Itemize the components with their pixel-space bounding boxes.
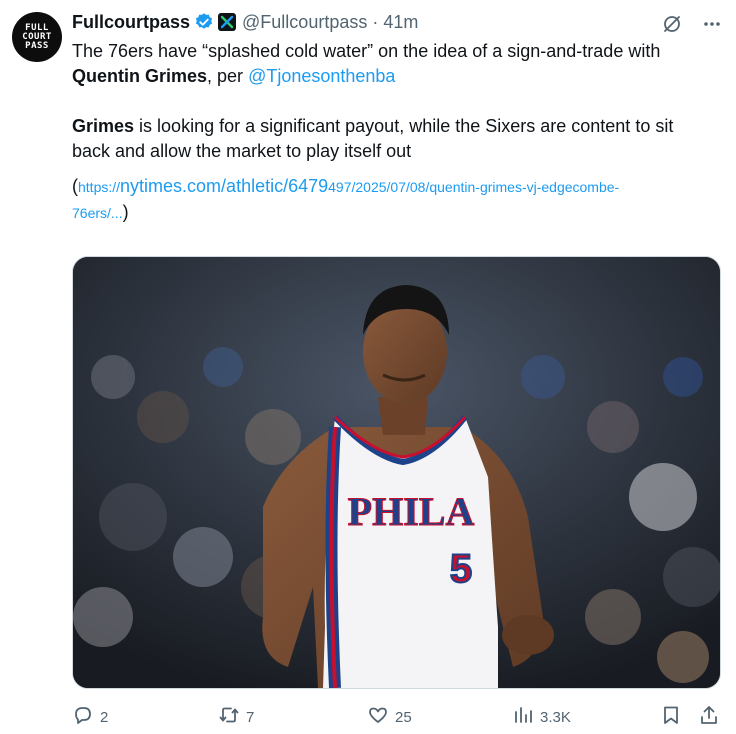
text-fragment: , per bbox=[207, 66, 249, 86]
jersey-number: 5 bbox=[450, 547, 472, 591]
avatar[interactable]: FULL COURT PASS bbox=[12, 12, 62, 62]
views-count: 3.3K bbox=[540, 708, 571, 726]
tweet-content: Fullcourtpass @Fullcourtpass · 41m The 7… bbox=[72, 8, 722, 226]
share-button[interactable] bbox=[698, 704, 720, 730]
text-line: The 76ers have “splashed cold water” on … bbox=[72, 41, 661, 61]
jersey-wordmark: PHILA bbox=[348, 489, 475, 534]
display-name[interactable]: Fullcourtpass bbox=[72, 12, 190, 33]
like-count: 25 bbox=[395, 708, 412, 726]
url-tail-1[interactable]: 497/2025/07/08/quentin-grimes-vj-edgecom… bbox=[328, 179, 619, 195]
verified-badge-icon[interactable] bbox=[194, 12, 214, 32]
url-tail-2[interactable]: 76ers/... bbox=[72, 205, 123, 221]
x-affiliate-icon[interactable] bbox=[218, 13, 237, 31]
player-name-2: Grimes bbox=[72, 116, 135, 136]
text-line: Quentin Grimes, per @Tjonesonthenba bbox=[72, 64, 722, 89]
bookmark-icon bbox=[660, 704, 682, 730]
reply-button[interactable]: 2 bbox=[72, 704, 108, 730]
url-main[interactable]: nytimes.com/athletic/6479 bbox=[120, 176, 328, 196]
avatar-line-3: PASS bbox=[25, 40, 49, 51]
tweet-text: The 76ers have “splashed cold water” on … bbox=[72, 39, 722, 226]
url-line: (https://nytimes.com/athletic/6479497/20… bbox=[72, 174, 722, 226]
mention-link[interactable]: @Tjonesonthenba bbox=[248, 66, 395, 86]
repost-button[interactable]: 7 bbox=[218, 704, 254, 730]
repost-icon bbox=[218, 704, 240, 730]
share-icon bbox=[698, 704, 720, 730]
grok-icon[interactable] bbox=[662, 14, 682, 39]
handle[interactable]: @Fullcourtpass bbox=[242, 12, 367, 33]
player-name: Quentin Grimes bbox=[72, 66, 208, 86]
more-icon[interactable] bbox=[702, 14, 722, 39]
reply-count: 2 bbox=[100, 708, 109, 726]
views-button[interactable]: 3.3K bbox=[512, 704, 571, 730]
tweet-header: Fullcourtpass @Fullcourtpass · 41m bbox=[72, 8, 722, 36]
reply-icon bbox=[72, 704, 94, 730]
basketball-player-photo: PHILA 5 bbox=[73, 257, 720, 688]
url-close-paren: ) bbox=[122, 202, 129, 222]
tweet-actions: 2 7 25 3.3K bbox=[72, 704, 722, 730]
text-line: back and allow the market to play itself… bbox=[72, 141, 412, 161]
like-icon bbox=[367, 704, 389, 730]
separator-dot: · bbox=[372, 11, 379, 32]
url-prefix[interactable]: https:// bbox=[78, 179, 120, 195]
timestamp[interactable]: 41m bbox=[383, 12, 418, 33]
repost-count: 7 bbox=[246, 708, 255, 726]
tweet-photo[interactable]: PHILA 5 bbox=[72, 256, 721, 689]
header-actions bbox=[662, 14, 722, 39]
text-line: Grimes is looking for a significant payo… bbox=[72, 114, 722, 139]
like-button[interactable]: 25 bbox=[367, 704, 412, 730]
views-icon bbox=[512, 704, 534, 730]
bookmark-button[interactable] bbox=[660, 704, 682, 730]
text-fragment: is looking for a significant payout, whi… bbox=[134, 116, 674, 136]
